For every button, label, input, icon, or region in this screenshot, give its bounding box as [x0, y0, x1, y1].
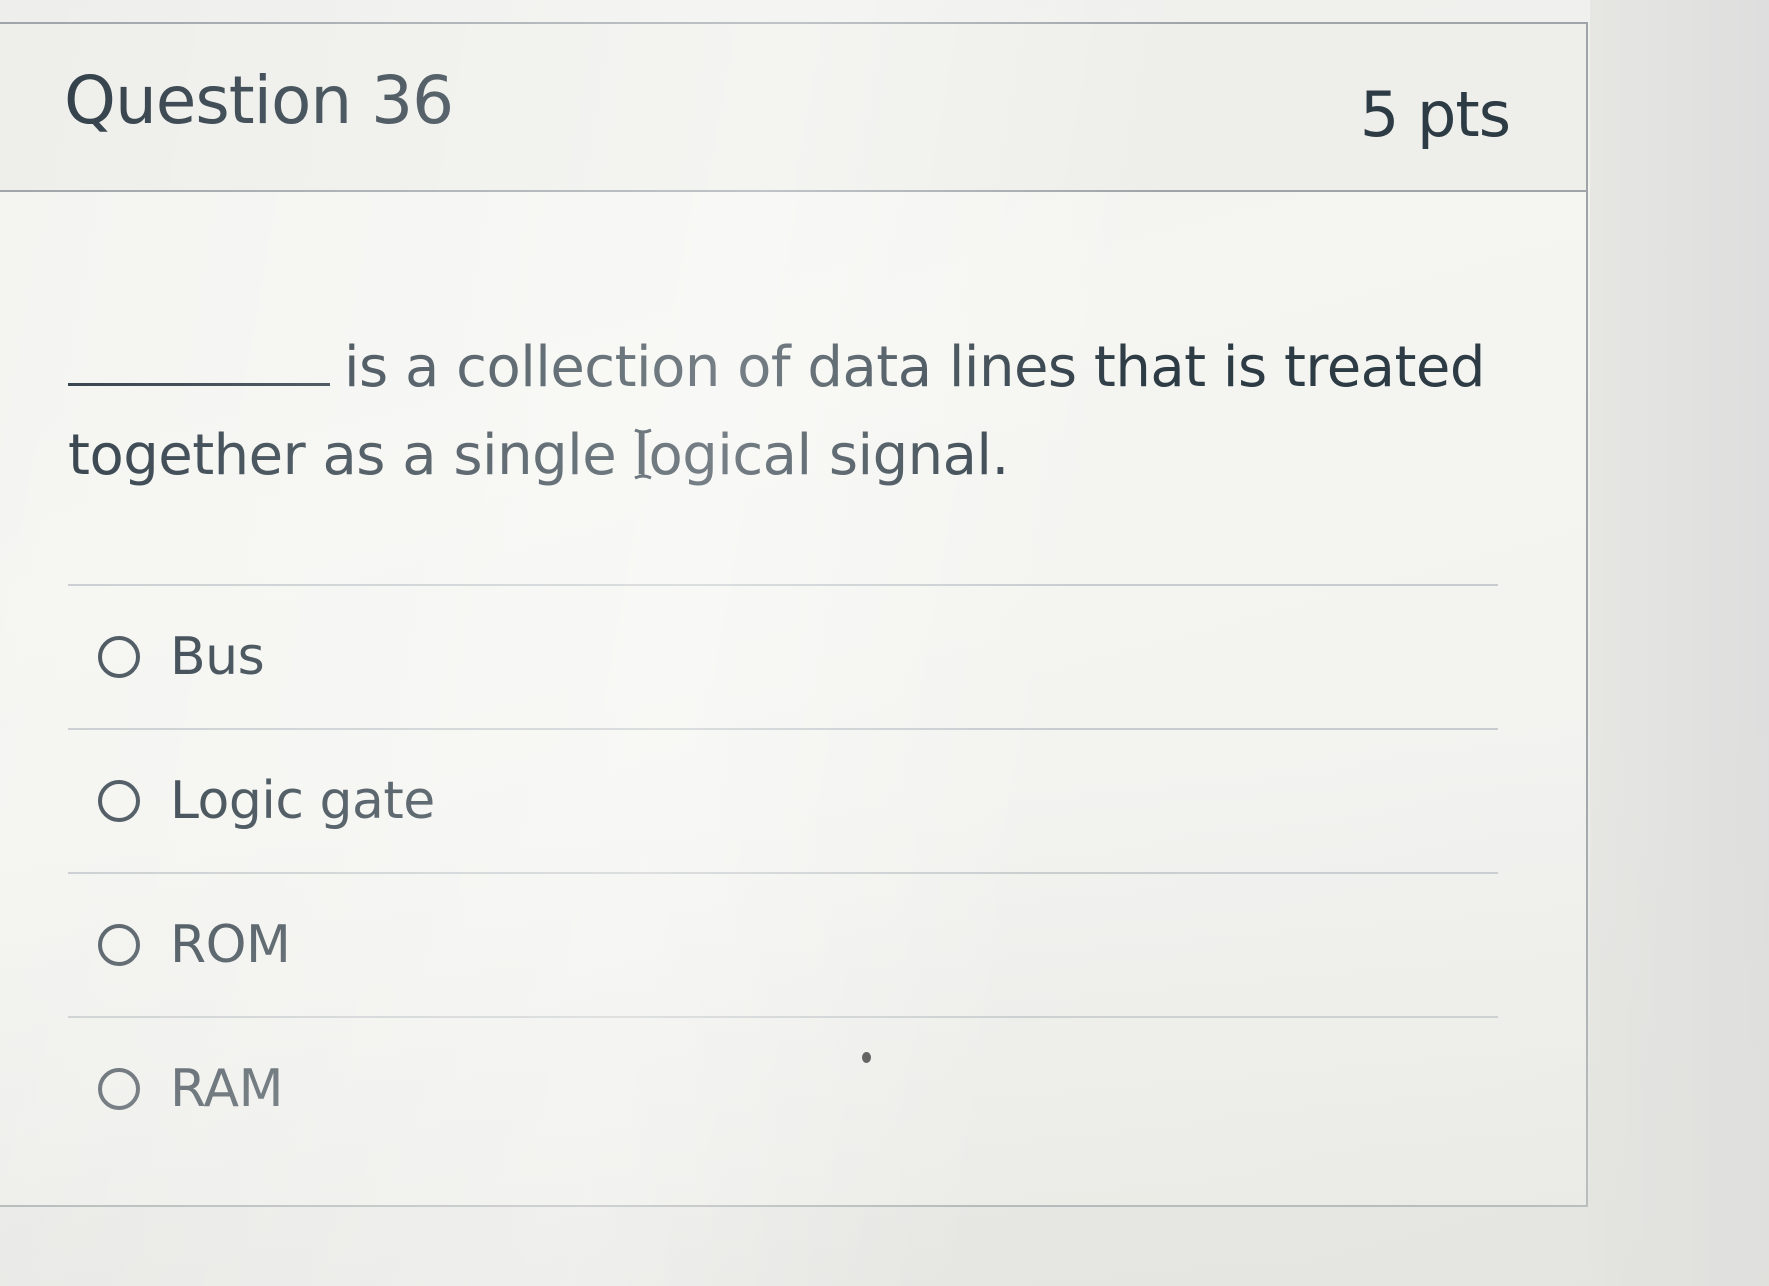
answer-label: Bus [170, 627, 265, 687]
screen-speck [862, 1052, 871, 1063]
answer-list: Bus Logic gate ROM RAM [68, 584, 1498, 1160]
answer-option-logic-gate[interactable]: Logic gate [68, 730, 1498, 872]
screen-margin [1590, 0, 1769, 1286]
question-header: Question 36 5 pts [0, 24, 1586, 192]
radio-unchecked-icon[interactable] [98, 636, 140, 678]
prompt-line-2: together as a single logical signal. [68, 423, 1009, 488]
prompt-line-1: is a collection of data lines that is tr… [344, 335, 1485, 400]
answer-label: ROM [170, 915, 291, 975]
answer-option-ram[interactable]: RAM [68, 1018, 1498, 1160]
radio-unchecked-icon[interactable] [98, 1068, 140, 1110]
answer-label: RAM [170, 1059, 283, 1119]
text-cursor-icon [634, 428, 652, 480]
answer-label: Logic gate [170, 771, 435, 831]
answer-option-bus[interactable]: Bus [68, 586, 1498, 728]
question-card: Question 36 5 pts is a collection of dat… [0, 22, 1588, 1207]
answer-option-rom[interactable]: ROM [68, 874, 1498, 1016]
radio-unchecked-icon[interactable] [98, 924, 140, 966]
question-title: Question 36 [64, 62, 454, 139]
question-prompt: is a collection of data lines that is tr… [68, 324, 1488, 500]
question-points: 5 pts [1359, 78, 1511, 151]
fill-in-blank [68, 335, 330, 386]
radio-unchecked-icon[interactable] [98, 780, 140, 822]
